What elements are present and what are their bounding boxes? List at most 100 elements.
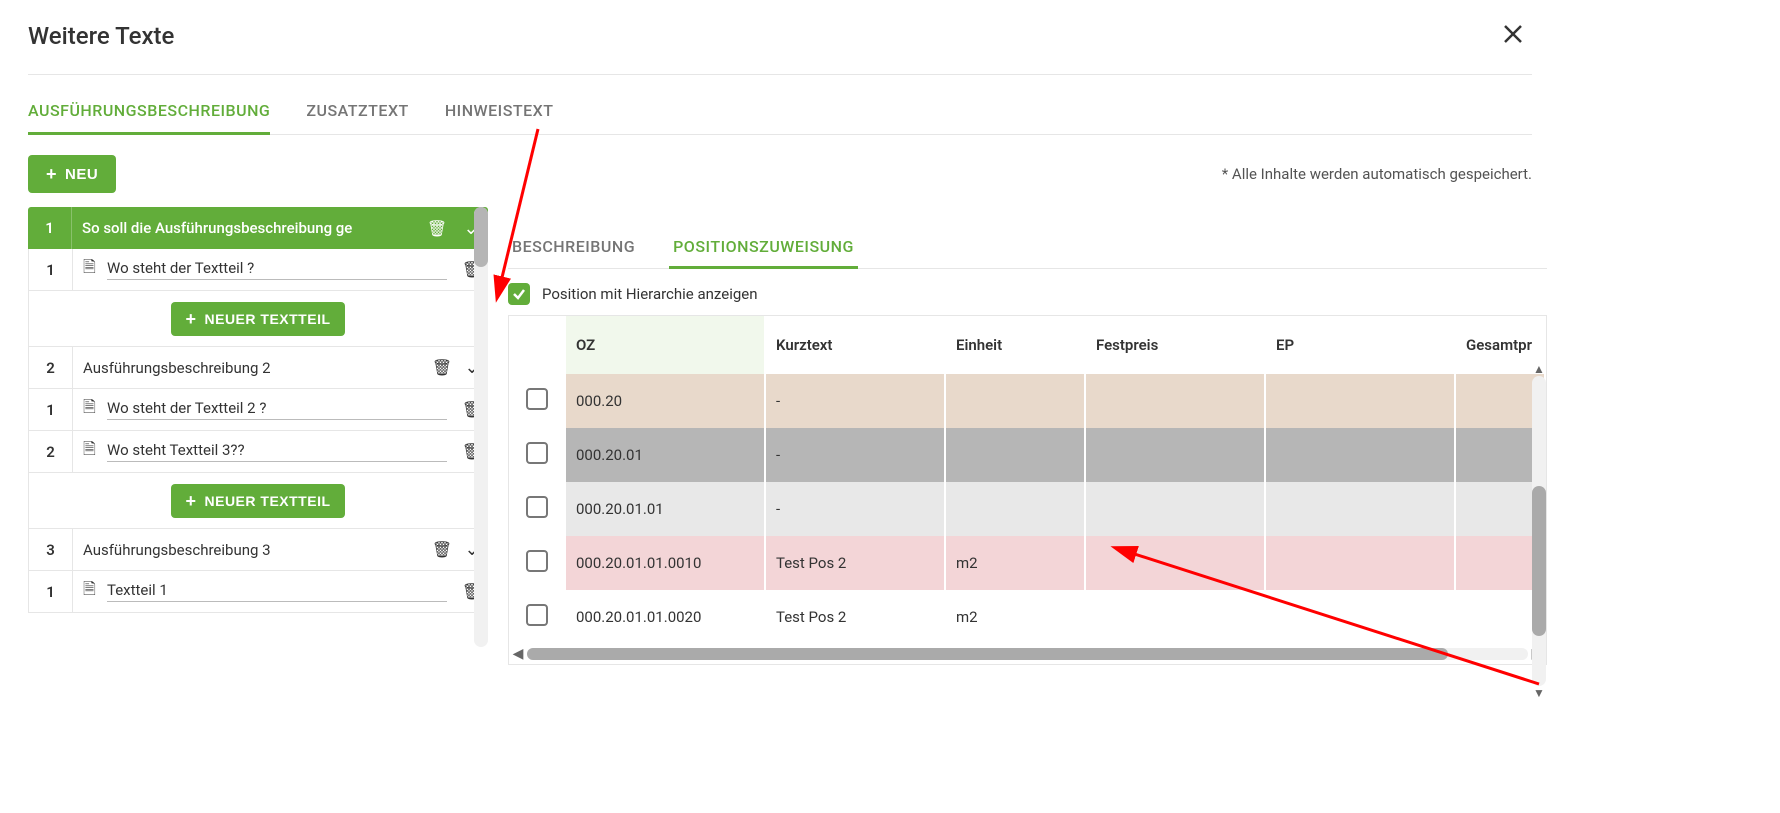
cell-oz: 000.20.01.01.0020 bbox=[565, 590, 765, 644]
item-text: Wo steht der Textteil ? bbox=[107, 259, 447, 280]
col-oz[interactable]: OZ bbox=[565, 316, 765, 374]
item-num: 1 bbox=[29, 571, 73, 612]
row-checkbox[interactable] bbox=[526, 442, 548, 464]
section-2-item-2[interactable]: 2 🗎 Wo steht Textteil 3?? 🗑 bbox=[28, 431, 488, 473]
cell-ep bbox=[1265, 536, 1455, 590]
table-row[interactable]: 000.20 - bbox=[509, 374, 1545, 428]
main-tabs: AUSFÜHRUNGSBESCHREIBUNG ZUSATZTEXT HINWE… bbox=[28, 89, 1532, 135]
scroll-down-icon[interactable]: ▼ bbox=[1532, 686, 1546, 700]
cell-fest bbox=[1085, 428, 1265, 482]
document-icon: 🗎 bbox=[83, 256, 97, 283]
check-icon bbox=[512, 287, 526, 301]
item-title: 🗎 Wo steht Textteil 3?? bbox=[73, 438, 457, 465]
cell-fest bbox=[1085, 590, 1265, 644]
section-1-add-row: + NEUER TEXTTEIL bbox=[28, 291, 488, 347]
neu-label: NEU bbox=[65, 166, 98, 183]
subtab-positionszuweisung[interactable]: POSITIONSZUWEISUNG bbox=[669, 227, 858, 269]
neuer-textteil-button-2[interactable]: + NEUER TEXTTEIL bbox=[171, 484, 344, 518]
section-2-item-1[interactable]: 1 🗎 Wo steht der Textteil 2 ? 🗑 bbox=[28, 389, 488, 431]
section-3-header[interactable]: 3 Ausführungsbeschreibung 3 🗑 ⌄ bbox=[28, 529, 488, 571]
section-3-item-1[interactable]: 1 🗎 Textteil 1 🗑 bbox=[28, 571, 488, 613]
dialog-title: Weitere Texte bbox=[28, 22, 174, 50]
left-pane: 1 So soll die Ausführungsbeschreibung ge… bbox=[28, 207, 488, 665]
cell-ep bbox=[1265, 590, 1455, 644]
row-checkbox[interactable] bbox=[526, 550, 548, 572]
tab-hinweistext[interactable]: HINWEISTEXT bbox=[445, 89, 554, 134]
item-text: Wo steht der Textteil 2 ? bbox=[107, 399, 447, 420]
right-pane: BESCHREIBUNG POSITIONSZUWEISUNG Position… bbox=[508, 207, 1547, 665]
trash-icon: 🗑 bbox=[432, 540, 452, 559]
horizontal-scrollbar[interactable]: ◀ ▶ bbox=[509, 644, 1546, 664]
cell-kurz: Test Pos 2 bbox=[765, 590, 945, 644]
cell-fest bbox=[1085, 374, 1265, 428]
scroll-thumb[interactable] bbox=[1532, 486, 1546, 636]
section-1-header[interactable]: 1 So soll die Ausführungsbeschreibung ge… bbox=[28, 207, 488, 249]
item-title: 🗎 Wo steht der Textteil 2 ? bbox=[73, 396, 457, 423]
row-checkbox[interactable] bbox=[526, 496, 548, 518]
cell-oz: 000.20.01.01 bbox=[565, 482, 765, 536]
hierarchy-checkbox[interactable] bbox=[508, 283, 530, 305]
section-3-delete[interactable]: 🗑 bbox=[427, 540, 457, 559]
document-icon: 🗎 bbox=[83, 396, 97, 423]
vertical-scrollbar[interactable]: ▲ ▼ bbox=[1532, 376, 1546, 686]
item-num: 1 bbox=[29, 389, 73, 430]
item-text: Wo steht Textteil 3?? bbox=[107, 441, 447, 462]
neuer-textteil-button-1[interactable]: + NEUER TEXTTEIL bbox=[171, 302, 344, 336]
tab-ausfuehrung[interactable]: AUSFÜHRUNGSBESCHREIBUNG bbox=[28, 89, 270, 135]
scroll-track[interactable] bbox=[527, 648, 1528, 660]
document-icon: 🗎 bbox=[83, 578, 97, 605]
section-2-header[interactable]: 2 Ausführungsbeschreibung 2 🗑 ⌄ bbox=[28, 347, 488, 389]
scroll-thumb[interactable] bbox=[527, 648, 1448, 660]
autosave-hint: * Alle Inhalte werden automatisch gespei… bbox=[1222, 165, 1532, 183]
row-checkbox[interactable] bbox=[526, 604, 548, 626]
section-2-delete[interactable]: 🗑 bbox=[427, 358, 457, 377]
cell-oz: 000.20 bbox=[565, 374, 765, 428]
btn-label: NEUER TEXTTEIL bbox=[205, 311, 331, 327]
cell-ein: m2 bbox=[945, 590, 1085, 644]
cell-kurz: Test Pos 2 bbox=[765, 536, 945, 590]
plus-icon: + bbox=[46, 165, 57, 183]
item-text: Textteil 1 bbox=[107, 581, 447, 602]
col-einheit[interactable]: Einheit bbox=[945, 316, 1085, 374]
table-row[interactable]: 000.20.01.01.0020 Test Pos 2 m2 bbox=[509, 590, 1545, 644]
section-2-add-row: + NEUER TEXTTEIL bbox=[28, 473, 488, 529]
neu-button[interactable]: + NEU bbox=[28, 155, 116, 193]
cell-kurz: - bbox=[765, 428, 945, 482]
scroll-left-icon[interactable]: ◀ bbox=[509, 646, 527, 662]
cell-ep bbox=[1265, 482, 1455, 536]
cell-fest bbox=[1085, 482, 1265, 536]
col-ep[interactable]: EP bbox=[1265, 316, 1455, 374]
plus-icon: + bbox=[185, 310, 196, 328]
subtab-beschreibung[interactable]: BESCHREIBUNG bbox=[508, 227, 639, 268]
col-kurztext[interactable]: Kurztext bbox=[765, 316, 945, 374]
tab-zusatztext[interactable]: ZUSATZTEXT bbox=[306, 89, 408, 134]
document-icon: 🗎 bbox=[83, 438, 97, 465]
col-festpreis[interactable]: Festpreis bbox=[1085, 316, 1265, 374]
col-checkbox bbox=[509, 316, 565, 374]
row-checkbox[interactable] bbox=[526, 388, 548, 410]
cell-oz: 000.20.01 bbox=[565, 428, 765, 482]
scroll-up-icon[interactable]: ▲ bbox=[1532, 362, 1546, 376]
item-num: 2 bbox=[29, 431, 73, 472]
section-1-delete[interactable]: 🗑 bbox=[420, 219, 454, 238]
left-scrollbar[interactable] bbox=[474, 207, 488, 647]
cell-ep bbox=[1265, 428, 1455, 482]
section-1-num: 1 bbox=[28, 207, 72, 249]
table-row[interactable]: 000.20.01.01 - bbox=[509, 482, 1545, 536]
section-2-num: 2 bbox=[29, 347, 73, 388]
scrollbar-thumb[interactable] bbox=[474, 207, 488, 267]
close-icon bbox=[1502, 23, 1524, 45]
cell-kurz: - bbox=[765, 374, 945, 428]
item-num: 1 bbox=[29, 249, 73, 290]
close-button[interactable] bbox=[1494, 18, 1532, 54]
section-2-title: Ausführungsbeschreibung 2 bbox=[73, 359, 427, 377]
item-title: 🗎 Wo steht der Textteil ? bbox=[73, 256, 457, 283]
table-row[interactable]: 000.20.01 - bbox=[509, 428, 1545, 482]
section-1-item-1[interactable]: 1 🗎 Wo steht der Textteil ? 🗑 bbox=[28, 249, 488, 291]
btn-label: NEUER TEXTTEIL bbox=[205, 493, 331, 509]
table-row[interactable]: 000.20.01.01.0010 Test Pos 2 m2 bbox=[509, 536, 1545, 590]
cell-fest bbox=[1085, 536, 1265, 590]
item-title: 🗎 Textteil 1 bbox=[73, 578, 457, 605]
sub-tabs: BESCHREIBUNG POSITIONSZUWEISUNG bbox=[508, 227, 1547, 269]
cell-ein bbox=[945, 374, 1085, 428]
